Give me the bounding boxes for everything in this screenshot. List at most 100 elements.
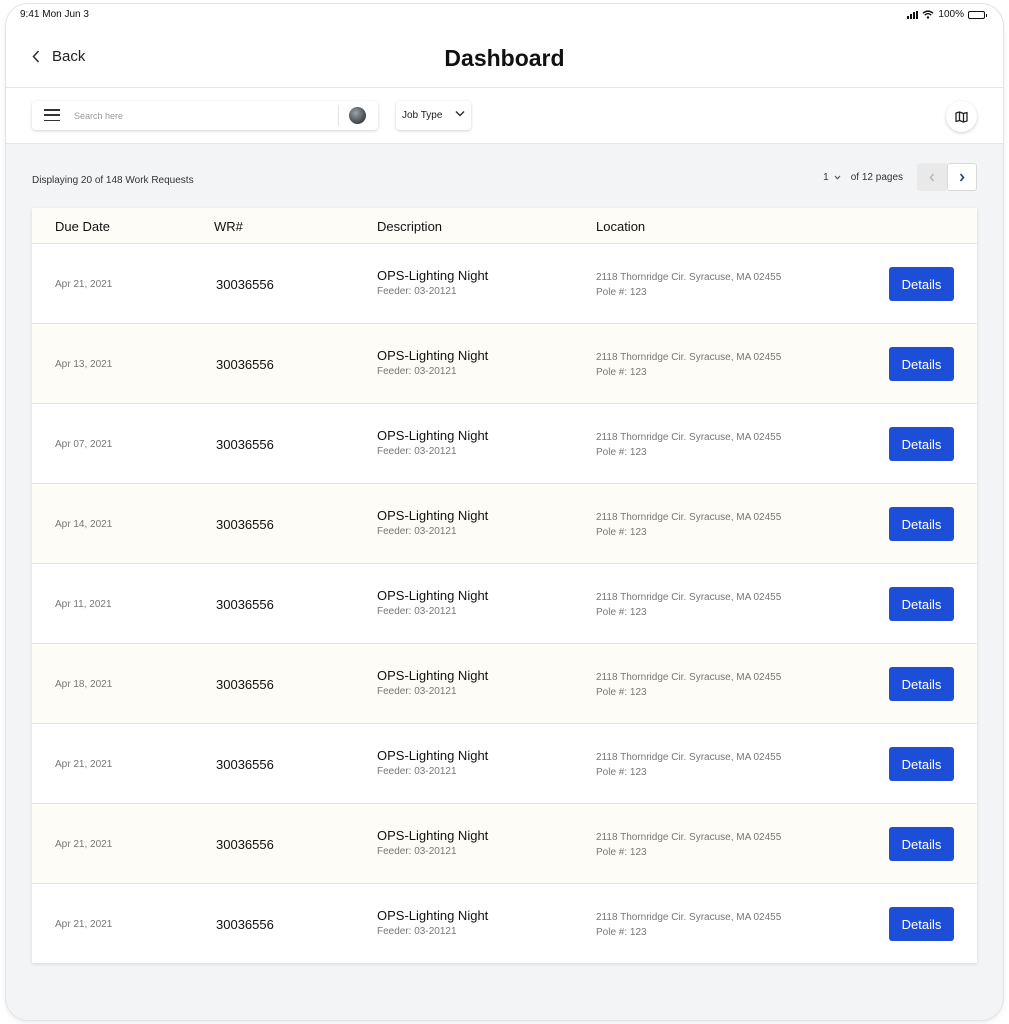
description: OPS-Lighting Night Feeder: 03-20121 [377, 508, 488, 537]
location-address: 2118 Thornridge Cir. Syracuse, MA 02455 [596, 672, 782, 683]
location-address: 2118 Thornridge Cir. Syracuse, MA 02455 [596, 352, 782, 363]
table-row: Apr 18, 2021 30036556 OPS-Lighting Night… [32, 643, 977, 723]
page-title: Dashboard [444, 45, 565, 71]
wifi-icon [922, 10, 934, 19]
description-feeder: Feeder: 03-20121 [377, 766, 457, 777]
location-address: 2118 Thornridge Cir. Syracuse, MA 02455 [596, 512, 782, 523]
header-description: Description [377, 219, 443, 234]
battery-icon [968, 10, 987, 19]
table-row: Apr 21, 2021 30036556 OPS-Lighting Night… [32, 883, 977, 963]
description-feeder: Feeder: 03-20121 [377, 846, 457, 857]
description-feeder: Feeder: 03-20121 [377, 286, 457, 297]
table-row: Apr 14, 2021 30036556 OPS-Lighting Night… [32, 483, 977, 563]
description-title: OPS-Lighting Night [377, 428, 489, 443]
description-title: OPS-Lighting Night [377, 348, 489, 363]
header-due-date: Due Date [55, 219, 110, 234]
next-page-button[interactable] [947, 163, 977, 191]
description-feeder: Feeder: 03-20121 [377, 606, 457, 617]
due-date: Apr 14, 2021 [55, 519, 113, 530]
table-header: Due Date WR# Description Location [32, 208, 977, 243]
search-bar [32, 101, 378, 130]
chevron-down-icon [455, 110, 465, 117]
description: OPS-Lighting Night Feeder: 03-20121 [377, 668, 488, 697]
description-feeder: Feeder: 03-20121 [377, 446, 457, 457]
details-button[interactable]: Details [889, 907, 954, 941]
description: OPS-Lighting Night Feeder: 03-20121 [377, 588, 488, 617]
location: 2118 Thornridge Cir. Syracuse, MA 02455 … [596, 670, 781, 700]
details-button[interactable]: Details [889, 587, 954, 621]
previous-page-button[interactable] [917, 163, 947, 191]
due-date: Apr 21, 2021 [55, 839, 113, 850]
header-location: Location [596, 219, 646, 234]
location-address: 2118 Thornridge Cir. Syracuse, MA 02455 [596, 272, 782, 283]
location-pole: Pole #: 123 [596, 687, 647, 698]
table-row: Apr 13, 2021 30036556 OPS-Lighting Night… [32, 323, 977, 403]
work-requests-table: Due Date WR# Description Location Apr 21… [32, 208, 977, 963]
page-total: of 12 pages [850, 171, 903, 183]
page-select[interactable]: 1 [823, 172, 841, 183]
search-divider [338, 105, 339, 126]
location-address: 2118 Thornridge Cir. Syracuse, MA 02455 [596, 432, 782, 443]
location-pole: Pole #: 123 [596, 527, 647, 538]
location: 2118 Thornridge Cir. Syracuse, MA 02455 … [596, 910, 781, 940]
details-button[interactable]: Details [889, 347, 954, 381]
location-pole: Pole #: 123 [596, 447, 647, 458]
location-pole: Pole #: 123 [596, 367, 647, 378]
header-wr: WR# [214, 219, 243, 234]
location: 2118 Thornridge Cir. Syracuse, MA 02455 … [596, 590, 781, 620]
description-title: OPS-Lighting Night [377, 748, 489, 763]
hamburger-menu-icon[interactable] [44, 109, 60, 121]
location-address: 2118 Thornridge Cir. Syracuse, MA 02455 [596, 752, 782, 763]
description: OPS-Lighting Night Feeder: 03-20121 [377, 268, 488, 297]
user-avatar[interactable] [349, 107, 366, 124]
table-row: Apr 21, 2021 30036556 OPS-Lighting Night… [32, 803, 977, 883]
map-button[interactable] [946, 101, 977, 132]
details-button[interactable]: Details [889, 827, 954, 861]
results-summary: Displaying 20 of 148 Work Requests [32, 175, 194, 186]
description-title: OPS-Lighting Night [377, 828, 489, 843]
table-row: Apr 11, 2021 30036556 OPS-Lighting Night… [32, 563, 977, 643]
pagination: 1 of 12 pages [823, 163, 977, 191]
due-date: Apr 21, 2021 [55, 759, 113, 770]
search-input[interactable] [74, 106, 324, 125]
battery-percentage: 100% [938, 9, 964, 20]
status-indicators: 100% [907, 9, 987, 20]
wr-number: 30036556 [216, 357, 274, 372]
location-address: 2118 Thornridge Cir. Syracuse, MA 02455 [596, 832, 782, 843]
table-row: Apr 21, 2021 30036556 OPS-Lighting Night… [32, 243, 977, 323]
due-date: Apr 21, 2021 [55, 919, 113, 930]
wr-number: 30036556 [216, 597, 274, 612]
navigation-bar: Back Dashboard [6, 26, 1003, 88]
details-button[interactable]: Details [889, 507, 954, 541]
job-type-dropdown[interactable]: Job Type [396, 101, 471, 130]
location: 2118 Thornridge Cir. Syracuse, MA 02455 … [596, 430, 781, 460]
wr-number: 30036556 [216, 837, 274, 852]
location-pole: Pole #: 123 [596, 847, 647, 858]
location-address: 2118 Thornridge Cir. Syracuse, MA 02455 [596, 912, 782, 923]
location: 2118 Thornridge Cir. Syracuse, MA 02455 … [596, 750, 781, 780]
wr-number: 30036556 [216, 677, 274, 692]
description: OPS-Lighting Night Feeder: 03-20121 [377, 348, 488, 377]
table-row: Apr 21, 2021 30036556 OPS-Lighting Night… [32, 723, 977, 803]
description-title: OPS-Lighting Night [377, 508, 489, 523]
details-button[interactable]: Details [889, 747, 954, 781]
details-button[interactable]: Details [889, 267, 954, 301]
wr-number: 30036556 [216, 437, 274, 452]
description-title: OPS-Lighting Night [377, 668, 489, 683]
location: 2118 Thornridge Cir. Syracuse, MA 02455 … [596, 510, 781, 540]
location-address: 2118 Thornridge Cir. Syracuse, MA 02455 [596, 592, 782, 603]
location-pole: Pole #: 123 [596, 287, 647, 298]
wr-number: 30036556 [216, 517, 274, 532]
status-time: 9:41 Mon Jun 3 [20, 9, 89, 20]
chevron-right-icon [959, 172, 965, 182]
details-button[interactable]: Details [889, 667, 954, 701]
tablet-frame: 9:41 Mon Jun 3 100% Back Dashboard Searc… [6, 4, 1003, 1020]
description-title: OPS-Lighting Night [377, 268, 489, 283]
details-button[interactable]: Details [889, 427, 954, 461]
current-page: 1 [823, 171, 829, 183]
chevron-down-icon [834, 175, 841, 180]
cellular-signal-icon [907, 10, 919, 19]
wr-number: 30036556 [216, 917, 274, 932]
description-title: OPS-Lighting Night [377, 588, 489, 603]
description: OPS-Lighting Night Feeder: 03-20121 [377, 828, 488, 857]
